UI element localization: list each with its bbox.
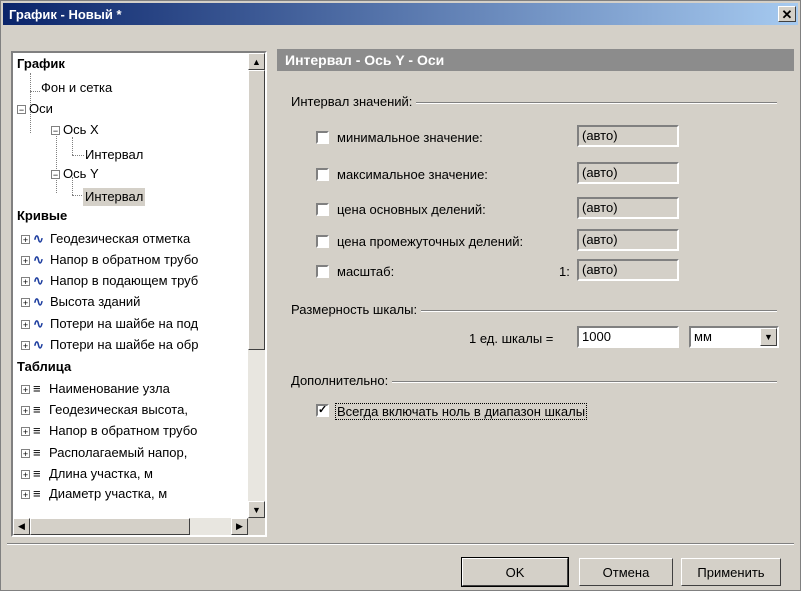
min-value-checkbox[interactable] [316, 131, 329, 144]
tree-section-table[interactable]: Таблица [17, 358, 71, 376]
scroll-down-icon[interactable]: ▼ [248, 501, 265, 518]
vertical-scroll-thumb[interactable] [248, 70, 265, 350]
wave-icon: ∿ [33, 252, 44, 267]
scale-unit-label: 1 ед. шкалы = [469, 331, 554, 346]
scroll-left-icon[interactable]: ◀ [13, 518, 30, 535]
scroll-right-icon[interactable]: ▶ [231, 518, 248, 535]
wave-icon: ∿ [33, 337, 44, 352]
lines-icon: ≡ [33, 445, 41, 460]
settings-tree[interactable]: График Фон и сетка − Оси − Ось X Интервал … [11, 51, 267, 537]
tree-vertical-scrollbar[interactable]: ▲ ▼ [248, 53, 265, 518]
min-value-field[interactable]: (авто) [577, 125, 679, 147]
expand-icon[interactable]: + [21, 256, 30, 266]
tree-curve-item[interactable]: + ∿ Потери на шайбе на обр [21, 336, 198, 354]
tree-table-item[interactable]: + ≡ Длина участка, м [21, 465, 153, 483]
group-interval-label: Интервал значений: [291, 94, 417, 109]
minor-division-field[interactable]: (авто) [577, 229, 679, 251]
max-value-field[interactable]: (авто) [577, 162, 679, 184]
chevron-down-icon[interactable]: ▼ [760, 328, 777, 346]
expand-icon[interactable]: + [21, 427, 30, 437]
tree-horizontal-scrollbar[interactable]: ◀ ▶ [13, 518, 248, 535]
scale-unit-dropdown[interactable]: мм ▼ [689, 326, 779, 348]
expand-icon[interactable]: + [21, 470, 30, 480]
collapse-icon[interactable]: − [51, 170, 60, 180]
expand-icon[interactable]: + [21, 490, 30, 500]
wave-icon: ∿ [33, 231, 44, 246]
apply-button[interactable]: Применить [681, 558, 781, 586]
expand-icon[interactable]: + [21, 277, 30, 287]
scale-field[interactable]: (авто) [577, 259, 679, 281]
lines-icon: ≡ [33, 486, 41, 501]
wave-icon: ∿ [33, 316, 44, 331]
major-division-label: цена основных делений: [337, 202, 486, 217]
horizontal-scroll-thumb[interactable] [30, 518, 190, 535]
lines-icon: ≡ [33, 466, 41, 481]
tree-item-axes[interactable]: − Оси [17, 100, 53, 118]
lines-icon: ≡ [33, 423, 41, 438]
max-value-label: максимальное значение: [337, 167, 488, 182]
tree-item-background-grid[interactable]: Фон и сетка [41, 79, 112, 97]
tree-table-item[interactable]: + ≡ Наименование узла [21, 380, 170, 398]
tree-table-item[interactable]: + ≡ Располагаемый напор, [21, 444, 187, 462]
minor-division-checkbox[interactable] [316, 235, 329, 248]
group-extra-label: Дополнительно: [291, 373, 393, 388]
scale-unit-value-field[interactable]: 1000 [577, 326, 679, 348]
tree-section-graph[interactable]: График [17, 55, 65, 73]
tree-curve-item[interactable]: + ∿ Напор в подающем труб [21, 272, 198, 290]
tree-item-axis-y-interval[interactable]: Интервал [83, 188, 146, 206]
include-zero-label[interactable]: Всегда включать ноль в диапазон шкалы [335, 403, 588, 420]
max-value-checkbox[interactable] [316, 168, 329, 181]
tree-curve-item[interactable]: + ∿ Геодезическая отметка [21, 230, 190, 248]
cancel-button[interactable]: Отмена [579, 558, 673, 586]
wave-icon: ∿ [33, 273, 44, 288]
tree-section-curves[interactable]: Кривые [17, 207, 67, 225]
tree-curve-item[interactable]: + ∿ Высота зданий [21, 293, 140, 311]
major-division-checkbox[interactable] [316, 203, 329, 216]
title-bar[interactable]: График - Новый * ✕ [3, 3, 798, 25]
tree-item-axis-y[interactable]: − Ось Y [51, 165, 99, 183]
include-zero-checkbox[interactable]: ✓ [316, 404, 329, 417]
expand-icon[interactable]: + [21, 385, 30, 395]
minor-division-label: цена промежуточных делений: [337, 234, 524, 249]
major-division-field[interactable]: (авто) [577, 197, 679, 219]
expand-icon[interactable]: + [21, 235, 30, 245]
lines-icon: ≡ [33, 381, 41, 396]
tree-table-item[interactable]: + ≡ Напор в обратном трубо [21, 422, 197, 440]
scale-label: масштаб: [337, 264, 395, 279]
expand-icon[interactable]: + [21, 449, 30, 459]
window-title: График - Новый * [9, 6, 122, 22]
tree-item-axis-x-interval[interactable]: Интервал [85, 146, 143, 164]
close-icon[interactable]: ✕ [778, 6, 796, 22]
expand-icon[interactable]: + [21, 406, 30, 416]
min-value-label: минимальное значение: [337, 130, 483, 145]
tree-table-item[interactable]: + ≡ Диаметр участка, м [21, 485, 167, 503]
ok-button[interactable]: OK [461, 557, 569, 587]
panel-header: Интервал - Ось Y - Оси [277, 49, 794, 71]
expand-icon[interactable]: + [21, 341, 30, 351]
group-scale-label: Размерность шкалы: [291, 302, 422, 317]
dialog-window: График - Новый * ✕ График Фон и сетка − О… [0, 0, 801, 591]
tree-table-item[interactable]: + ≡ Геодезическая высота, [21, 401, 188, 419]
expand-icon[interactable]: + [21, 298, 30, 308]
collapse-icon[interactable]: − [17, 105, 26, 115]
lines-icon: ≡ [33, 402, 41, 417]
tree-curve-item[interactable]: + ∿ Потери на шайбе на под [21, 315, 198, 333]
scale-prefix: 1: [559, 264, 570, 279]
expand-icon[interactable]: + [21, 320, 30, 330]
tree-item-axis-x[interactable]: − Ось X [51, 121, 99, 139]
scroll-up-icon[interactable]: ▲ [248, 53, 265, 70]
scale-checkbox[interactable] [316, 265, 329, 278]
collapse-icon[interactable]: − [51, 126, 60, 136]
tree-curve-item[interactable]: + ∿ Напор в обратном трубо [21, 251, 198, 269]
wave-icon: ∿ [33, 294, 44, 309]
